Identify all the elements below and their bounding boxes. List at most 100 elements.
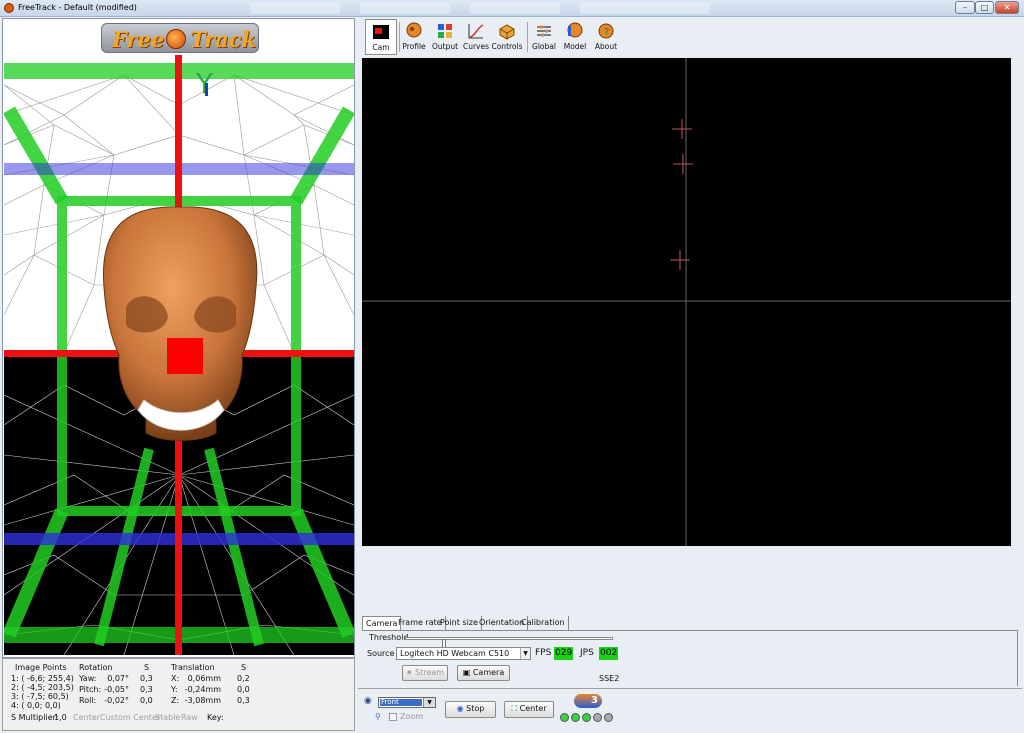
window-title: FreeTrack - Default (modified) xyxy=(18,3,137,12)
yaw-label: Yaw: xyxy=(79,674,97,683)
status-led-on xyxy=(571,713,580,722)
x-value: 0,06mm xyxy=(187,674,221,683)
profile-icon xyxy=(406,22,422,38)
camera-tab-content: Threshold Source Logitech HD Webcam C510… xyxy=(362,630,1018,686)
chevron-down-icon[interactable]: ▼ xyxy=(423,698,435,707)
stable-link[interactable]: Stable xyxy=(155,713,180,722)
source-label: Source xyxy=(367,649,395,658)
output-button[interactable]: Output xyxy=(429,19,461,55)
pitch-s-value: 0,3 xyxy=(140,685,153,694)
controls-button-label: Controls xyxy=(491,42,523,51)
head-preview-panel: Free Track Y xyxy=(2,18,355,658)
view-select[interactable]: Front ▼ xyxy=(378,697,436,708)
y-axis-marker xyxy=(205,83,208,96)
controls-button[interactable]: Controls xyxy=(491,19,523,55)
zoom-checkbox[interactable] xyxy=(389,713,397,721)
center-icon: ⛶ xyxy=(511,704,520,713)
center-button-label: Center xyxy=(519,704,547,713)
global-button[interactable]: Global xyxy=(528,19,560,55)
status-led-on xyxy=(582,713,591,722)
camera-view-icon xyxy=(373,25,389,39)
jps-label: JPS xyxy=(580,648,594,658)
fps-label: FPS xyxy=(535,648,552,658)
z-value: -3,08mm xyxy=(184,696,221,705)
about-button-label: About xyxy=(594,42,618,51)
roll-value: -0,02° xyxy=(104,696,129,705)
about-icon: ? xyxy=(598,23,614,39)
freetrack-logo: Free Track xyxy=(101,23,259,53)
camera-icon: ▣ xyxy=(462,668,473,677)
threshold-slider[interactable] xyxy=(405,637,613,650)
cam-button[interactable]: Cam xyxy=(365,19,397,55)
maximize-button[interactable]: □ xyxy=(975,1,994,14)
profile-button[interactable]: Profile xyxy=(398,19,430,55)
pitch-label: Pitch: xyxy=(79,685,102,694)
profile-button-label: Profile xyxy=(402,42,426,51)
logo-text-right: Track xyxy=(190,27,257,52)
y-value: -0,24mm xyxy=(184,685,221,694)
global-settings-icon xyxy=(537,25,551,37)
about-button[interactable]: ? About xyxy=(590,19,622,55)
camera-settings-button[interactable]: ▣ Camera xyxy=(457,665,510,681)
camera-video-view xyxy=(362,58,1011,546)
yaw-value: 0,07° xyxy=(107,674,129,683)
logo-ball-icon xyxy=(166,29,186,49)
sse-label: SSE2 xyxy=(599,674,620,683)
output-button-label: Output xyxy=(431,42,459,51)
head-3d-scene: Y xyxy=(4,55,354,655)
yaw-s-value: 0,3 xyxy=(140,674,153,683)
fps-value: 029 xyxy=(554,647,574,660)
camera-button-label: Camera xyxy=(472,668,505,677)
threshold-label: Threshold xyxy=(369,633,409,642)
stop-icon: ◉ xyxy=(456,704,467,713)
view-select-value: Front xyxy=(380,699,422,706)
tab-calibration[interactable]: Calibration xyxy=(518,616,569,630)
stop-button-label: Stop xyxy=(466,704,485,713)
stream-button[interactable]: ✷ Stream xyxy=(402,665,448,681)
cam-button-label: Cam xyxy=(372,43,390,52)
raw-link[interactable]: Raw xyxy=(181,713,198,722)
image-point-row: 4: ( 0,0; 0,0) xyxy=(11,701,61,710)
s-multiplier-value[interactable]: 1,0 xyxy=(54,713,67,722)
close-button[interactable]: ✕ xyxy=(995,1,1019,14)
custom-center-link[interactable]: Custom Center xyxy=(100,713,160,722)
freetrack-version-badge: 3 xyxy=(574,694,602,708)
video-overlay xyxy=(362,58,1011,546)
image-point-row: 1: ( -6,6; 255,4) xyxy=(11,674,74,683)
roll-s-value: 0,0 xyxy=(140,696,153,705)
source-select-value: Logitech HD Webcam C510 xyxy=(400,649,510,658)
status-led-on xyxy=(560,713,569,722)
center-link[interactable]: Center xyxy=(73,713,100,722)
title-bar: FreeTrack - Default (modified) – □ ✕ xyxy=(0,0,1024,17)
y-axis-label: Y xyxy=(195,67,214,100)
svg-text:?: ? xyxy=(604,27,609,38)
s-multiplier-label: S Multiplier: xyxy=(11,713,59,722)
version-badge-number: 3 xyxy=(591,695,598,706)
model-button[interactable]: Model xyxy=(559,19,591,55)
model-icon xyxy=(567,22,583,38)
x-label: X: xyxy=(171,674,180,683)
center-button[interactable]: ⛶ Center xyxy=(504,701,554,718)
chevron-down-icon[interactable]: ▼ xyxy=(520,648,530,659)
image-point-row: 2: ( -4,5; 203,5) xyxy=(11,683,74,692)
tracked-point-3 xyxy=(670,250,690,270)
rotation-header: Rotation xyxy=(79,663,113,672)
translation-header: Translation xyxy=(171,663,215,672)
y-s-value: 0,0 xyxy=(237,685,250,694)
source-select[interactable]: Logitech HD Webcam C510 ▼ xyxy=(396,647,531,660)
z-s-value: 0,3 xyxy=(237,696,250,705)
stream-button-label: Stream xyxy=(415,668,445,677)
curves-icon xyxy=(468,24,484,39)
curves-button-label: Curves xyxy=(462,42,490,51)
jps-value: 002 xyxy=(599,647,619,660)
curves-button[interactable]: Curves xyxy=(460,19,492,55)
tracking-info-panel: Image Points 1: ( -6,6; 255,4) 2: ( -4,5… xyxy=(2,658,355,731)
tracked-point-2 xyxy=(673,154,693,174)
translation-s-header: S xyxy=(241,663,247,672)
stop-button[interactable]: ◉ Stop xyxy=(445,701,496,718)
z-label: Z: xyxy=(171,696,180,705)
minimize-button[interactable]: – xyxy=(955,1,975,14)
status-led-off xyxy=(593,713,602,722)
taskbar-ghost-item xyxy=(250,3,340,14)
output-icon xyxy=(438,24,452,38)
